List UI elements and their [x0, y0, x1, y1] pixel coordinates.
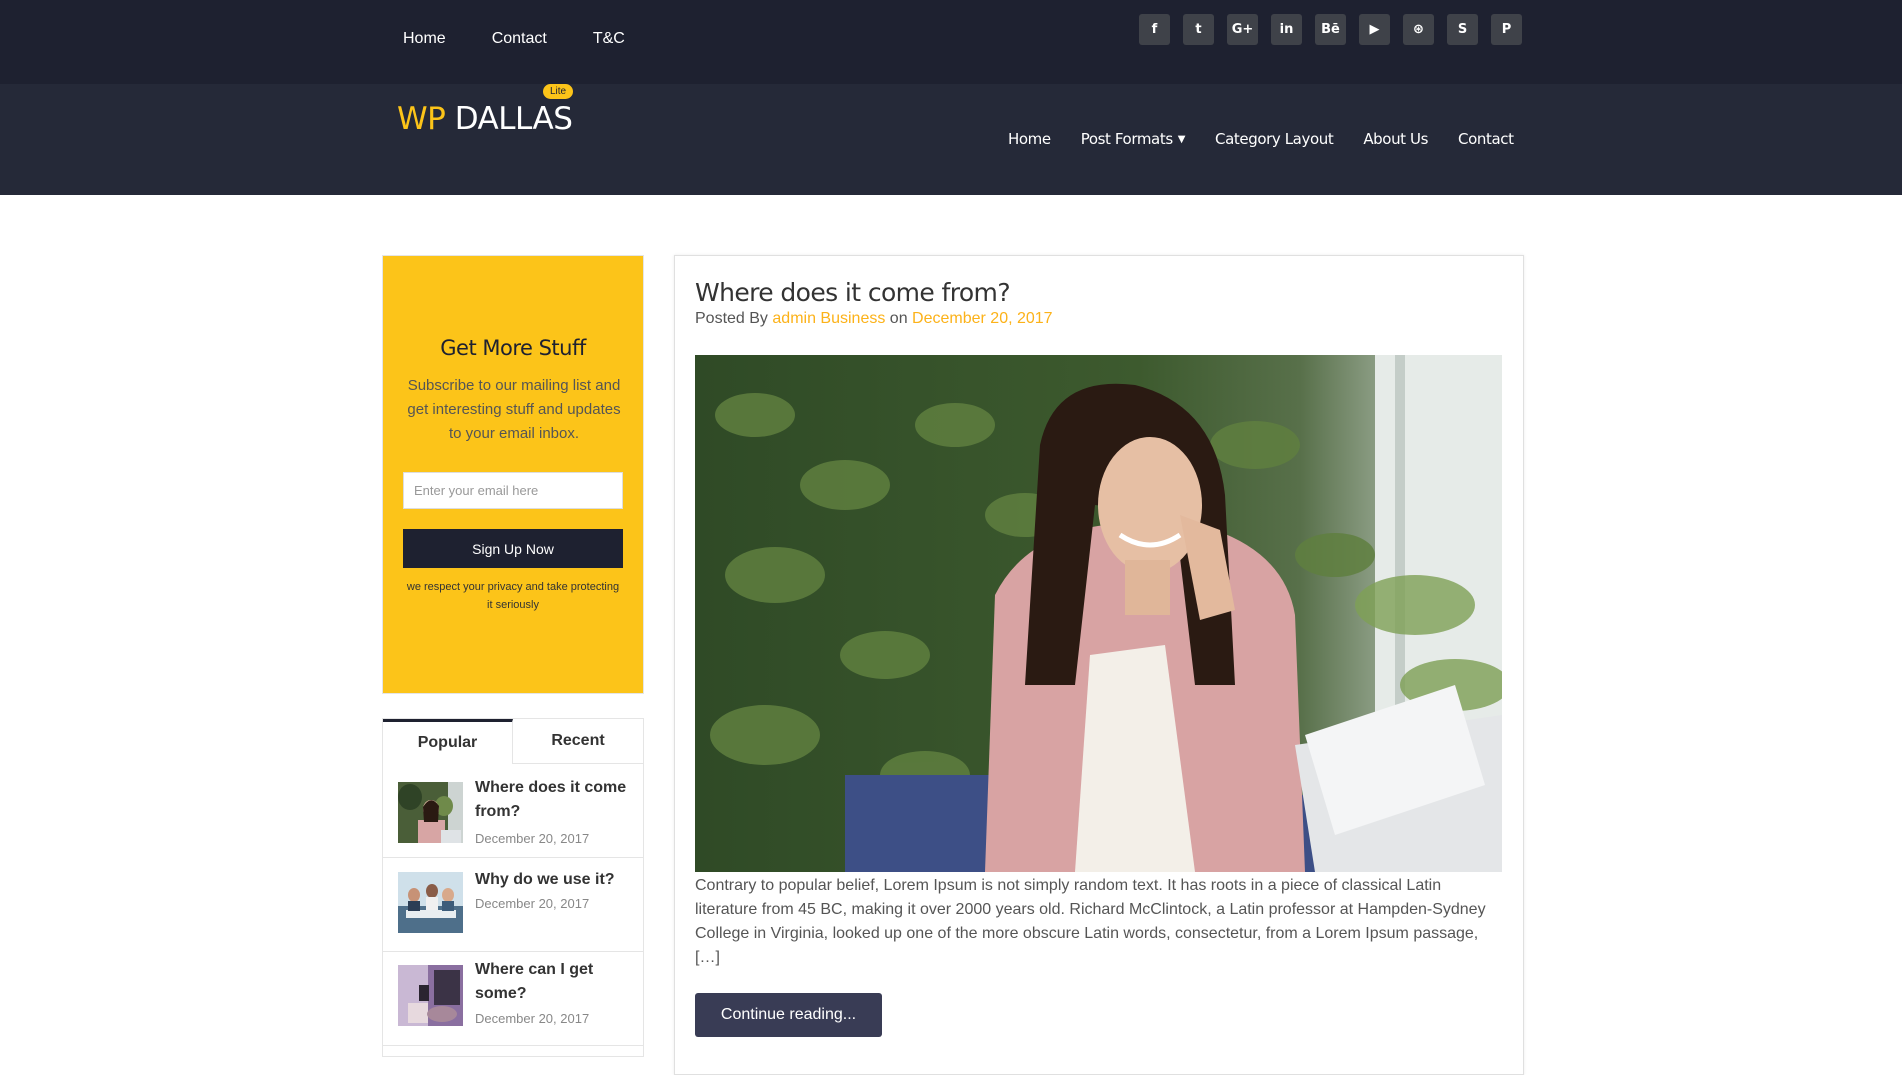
posted-by-label: Posted By: [695, 310, 768, 327]
sign-up-button[interactable]: Sign Up Now: [403, 529, 623, 568]
linkedin-icon[interactable]: in: [1271, 14, 1302, 45]
post-card: Where does it come from? Posted By admin…: [674, 255, 1524, 1075]
tab-popular[interactable]: Popular: [383, 719, 513, 764]
main-nav-home[interactable]: Home: [1008, 130, 1051, 148]
chevron-down-icon: ▼: [1177, 133, 1186, 145]
post-date: December 20, 2017: [475, 831, 590, 846]
site-logo[interactable]: WP DALLAS: [397, 101, 573, 137]
top-nav-home[interactable]: Home: [403, 30, 446, 48]
list-item[interactable]: Where can I get some? December 20, 2017: [383, 952, 643, 1046]
logo-dallas: DALLAS: [445, 101, 573, 137]
youtube-icon[interactable]: ▶: [1359, 14, 1390, 45]
social-links: f t G+ in Bē ▶ ⊛ S P: [1139, 14, 1535, 45]
post-thumbnail: [398, 872, 463, 933]
main-nav-post-formats[interactable]: Post Formats ▼: [1080, 130, 1186, 148]
post-thumbnail: [398, 782, 463, 843]
list-item[interactable]: Where does it come from? December 20, 20…: [383, 764, 643, 858]
top-nav: Home Contact T&C: [403, 30, 671, 48]
continue-reading-button[interactable]: Continue reading...: [695, 993, 882, 1037]
post-excerpt: Contrary to popular belief, Lorem Ipsum …: [695, 877, 1486, 966]
posts-tabs-widget: Popular Recent Where does it come from? …: [382, 718, 644, 1057]
behance-icon[interactable]: Bē: [1315, 14, 1346, 45]
post-title[interactable]: Where does it come from?: [475, 776, 635, 824]
lite-badge: Lite: [543, 84, 574, 99]
privacy-note: we respect your privacy and take protect…: [406, 581, 620, 611]
post-title[interactable]: Where can I get some?: [475, 958, 635, 1006]
skype-icon[interactable]: S: [1447, 14, 1478, 45]
main-nav-about[interactable]: About Us: [1363, 130, 1428, 148]
top-nav-contact[interactable]: Contact: [492, 30, 547, 48]
post-date: December 20, 2017: [475, 896, 590, 911]
tab-recent[interactable]: Recent: [513, 719, 643, 764]
post-title[interactable]: Why do we use it?: [475, 868, 635, 892]
main-nav-contact[interactable]: Contact: [1458, 130, 1514, 148]
tab-header: Popular Recent: [383, 719, 643, 764]
post-date: December 20, 2017: [475, 1011, 590, 1026]
list-item[interactable]: Why do we use it? December 20, 2017: [383, 858, 643, 952]
subscribe-description: Subscribe to our mailing list and get in…: [407, 377, 621, 442]
post-author-link[interactable]: admin: [772, 310, 816, 327]
main-nav-category-layout[interactable]: Category Layout: [1215, 130, 1334, 148]
subscribe-title: Get More Stuff: [440, 336, 586, 360]
featured-image[interactable]: [695, 355, 1502, 872]
facebook-icon[interactable]: f: [1139, 14, 1170, 45]
post-meta: Posted By admin Business on December 20,…: [695, 310, 1053, 328]
main-nav: Home Post Formats ▼ Category Layout About…: [1008, 130, 1544, 148]
twitter-icon[interactable]: t: [1183, 14, 1214, 45]
logo-wp: WP: [397, 101, 446, 137]
google-plus-icon[interactable]: G+: [1227, 14, 1258, 45]
post-thumbnail: [398, 965, 463, 1026]
pinterest-icon[interactable]: P: [1491, 14, 1522, 45]
top-bar: Home Contact T&C f t G+ in Bē ▶ ⊛ S P: [0, 0, 1902, 84]
post-category-link[interactable]: Business: [820, 310, 885, 327]
subscribe-widget: Get More Stuff Subscribe to our mailing …: [382, 255, 644, 694]
dribbble-icon[interactable]: ⊛: [1403, 14, 1434, 45]
main-nav-post-formats-label: Post Formats: [1080, 130, 1173, 148]
post-title[interactable]: Where does it come from?: [695, 278, 1011, 307]
email-input[interactable]: [403, 472, 623, 509]
on-label: on: [889, 310, 908, 327]
post-date-link[interactable]: December 20, 2017: [912, 310, 1053, 327]
top-nav-terms[interactable]: T&C: [593, 30, 625, 48]
site-header: WP DALLAS Lite Home Post Formats ▼ Catego…: [0, 84, 1902, 195]
